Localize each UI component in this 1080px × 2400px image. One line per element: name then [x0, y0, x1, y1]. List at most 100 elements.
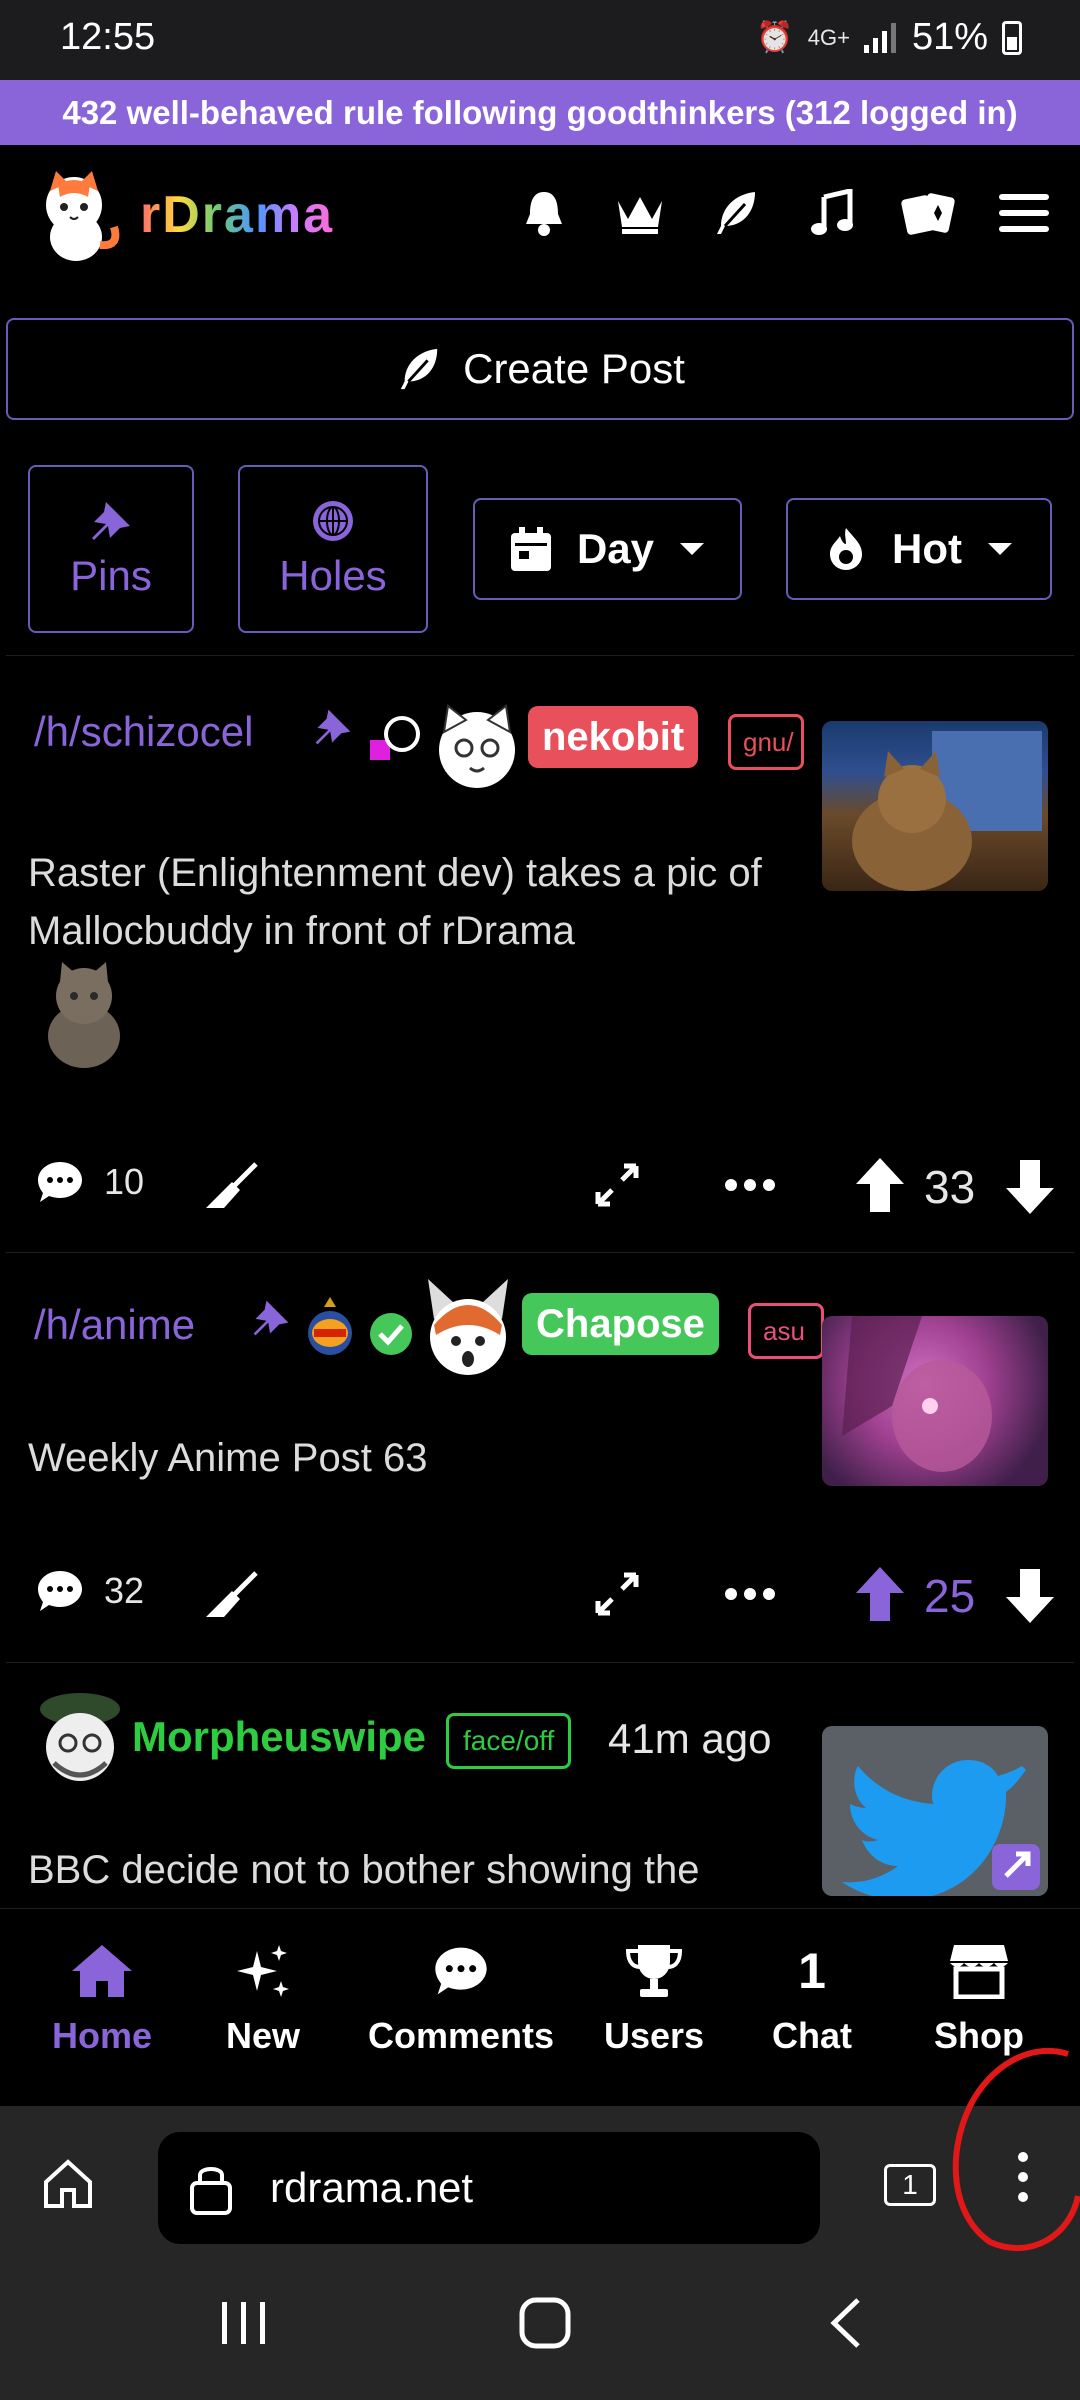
expand-icon[interactable] — [594, 1571, 640, 1617]
crown-icon[interactable] — [612, 185, 668, 241]
author-avatar[interactable] — [432, 702, 522, 792]
nav-users-label: Users — [604, 2015, 705, 2056]
bell-icon[interactable] — [516, 185, 572, 241]
recent-apps-icon[interactable] — [218, 2298, 270, 2348]
broom-icon[interactable] — [202, 1569, 260, 1621]
online-users-banner[interactable]: 432 well-behaved rule following goodthin… — [0, 80, 1080, 145]
music-icon[interactable] — [804, 185, 860, 241]
home-button-icon[interactable] — [518, 2296, 572, 2350]
cards-icon[interactable] — [900, 185, 956, 241]
pin-icon — [315, 709, 351, 745]
pin-icon — [92, 502, 130, 540]
nav-shop[interactable]: Shop — [934, 1939, 1024, 2057]
post-score: 33 — [924, 1161, 976, 1213]
nav-users[interactable]: Users — [604, 1939, 704, 2057]
browser-toolbar: rdrama.net 1 — [0, 2047, 1080, 2256]
upvote-icon[interactable] — [854, 1156, 906, 1214]
lock-icon — [190, 2167, 232, 2215]
post-card[interactable]: /h/schizocel nekobit gnu/ Raster (Enligh… — [6, 655, 1074, 1250]
alarm-icon: ⏰ — [756, 21, 794, 54]
url-text: rdrama.net — [270, 2164, 474, 2211]
chevron-down-icon — [680, 543, 705, 555]
post-thumbnail[interactable] — [822, 1316, 1048, 1486]
nav-new[interactable]: New — [226, 1939, 300, 2057]
downvote-icon[interactable] — [1004, 1158, 1056, 1216]
author-name[interactable]: Chapose — [522, 1293, 719, 1355]
address-bar[interactable]: rdrama.net — [158, 2132, 820, 2244]
post-title[interactable]: BBC decide not to bother showing the — [28, 1841, 818, 1899]
status-bar: 12:55 ⏰ 4G+ 51% — [0, 0, 1080, 80]
nav-new-label: New — [226, 2015, 301, 2056]
author-avatar[interactable] — [420, 1275, 516, 1385]
post-hole-link[interactable]: /h/anime — [34, 1301, 195, 1349]
more-options-icon[interactable] — [724, 1178, 776, 1192]
site-header: rDrama — [0, 145, 1080, 295]
browser-home-icon[interactable] — [40, 2158, 96, 2210]
create-post-button[interactable]: Create Post — [6, 318, 1074, 420]
post-thumbnail[interactable] — [822, 1726, 1048, 1896]
status-indicators: ⏰ 4G+ 51% — [756, 16, 1022, 59]
system-nav-bar — [0, 2256, 1080, 2400]
pin-icon — [253, 1300, 289, 1336]
comments-button[interactable]: 32 — [36, 1569, 144, 1613]
back-icon[interactable] — [826, 2296, 866, 2350]
sparkles-icon — [237, 1945, 290, 1997]
red-circle-annotation — [952, 2047, 1080, 2252]
bottom-nav: Home New Comments Users 1 Chat Shop — [0, 1908, 1080, 2106]
more-options-icon[interactable] — [724, 1587, 776, 1601]
nav-comments[interactable]: Comments — [368, 1939, 554, 2057]
post-card[interactable]: Morpheuswipe face/off 41m ago BBC decide… — [6, 1662, 1074, 1908]
sort-value: Hot — [892, 525, 962, 572]
hamburger-menu-icon[interactable] — [996, 185, 1052, 241]
badge-icon — [370, 716, 420, 760]
expand-icon[interactable] — [594, 1162, 640, 1208]
author-name[interactable]: Morpheuswipe — [132, 1713, 426, 1761]
author-name[interactable]: nekobit — [528, 706, 699, 768]
comments-button[interactable]: 10 — [36, 1160, 144, 1204]
nav-chat[interactable]: 1 Chat — [772, 1939, 852, 2057]
downvote-icon[interactable] — [1004, 1567, 1056, 1625]
author-flair: gnu/ — [728, 714, 804, 770]
globe-icon — [313, 501, 353, 541]
time-filter-value: Day — [576, 525, 655, 572]
site-logo-icon[interactable] — [28, 167, 128, 267]
broom-icon[interactable] — [202, 1160, 260, 1212]
site-name[interactable]: rDrama — [140, 185, 334, 245]
network-type: 4G+ — [807, 24, 850, 50]
pins-button[interactable]: Pins — [28, 465, 194, 633]
holes-button[interactable]: Holes — [238, 465, 428, 633]
post-actions: 32 25 — [6, 1561, 1074, 1641]
comment-count: 32 — [104, 1570, 145, 1611]
comment-icon — [38, 1571, 82, 1611]
post-thumbnail[interactable] — [822, 721, 1048, 891]
holes-label: Holes — [279, 552, 387, 599]
battery-percent: 51% — [911, 16, 988, 58]
trophy-icon — [626, 1945, 683, 1997]
verified-icon — [370, 1313, 412, 1355]
post-hole-link[interactable]: /h/schizocel — [34, 708, 253, 756]
nav-chat-label: Chat — [772, 2015, 852, 2056]
pins-label: Pins — [70, 552, 152, 599]
upvote-icon[interactable] — [854, 1565, 906, 1623]
tab-switcher-button[interactable]: 1 — [884, 2164, 936, 2206]
nav-home[interactable]: Home — [52, 1939, 152, 2057]
post-title[interactable]: Raster (Enlightenment dev) takes a pic o… — [28, 844, 818, 960]
author-avatar[interactable] — [32, 1687, 128, 1791]
burger-king-badge-icon — [308, 1297, 352, 1355]
comment-icon — [38, 1162, 82, 1202]
home-icon — [72, 1945, 133, 1997]
feather-icon[interactable] — [708, 185, 764, 241]
chevron-down-icon — [987, 543, 1012, 555]
fire-icon — [830, 528, 862, 570]
sort-dropdown[interactable]: Hot — [786, 498, 1052, 600]
author-flair: asu — [748, 1303, 824, 1359]
post-actions: 10 33 — [6, 1152, 1074, 1232]
calendar-icon — [510, 527, 551, 571]
post-title[interactable]: Weekly Anime Post 63 — [28, 1429, 818, 1487]
signal-icon — [863, 22, 896, 53]
cat-emoji-icon — [48, 962, 120, 1068]
post-card[interactable]: /h/anime Chapose asu Weekly Anime Post 6… — [6, 1252, 1074, 1660]
cat-photo-icon — [852, 731, 1042, 891]
comment-count: 10 — [104, 1161, 145, 1202]
time-filter-dropdown[interactable]: Day — [473, 498, 742, 600]
